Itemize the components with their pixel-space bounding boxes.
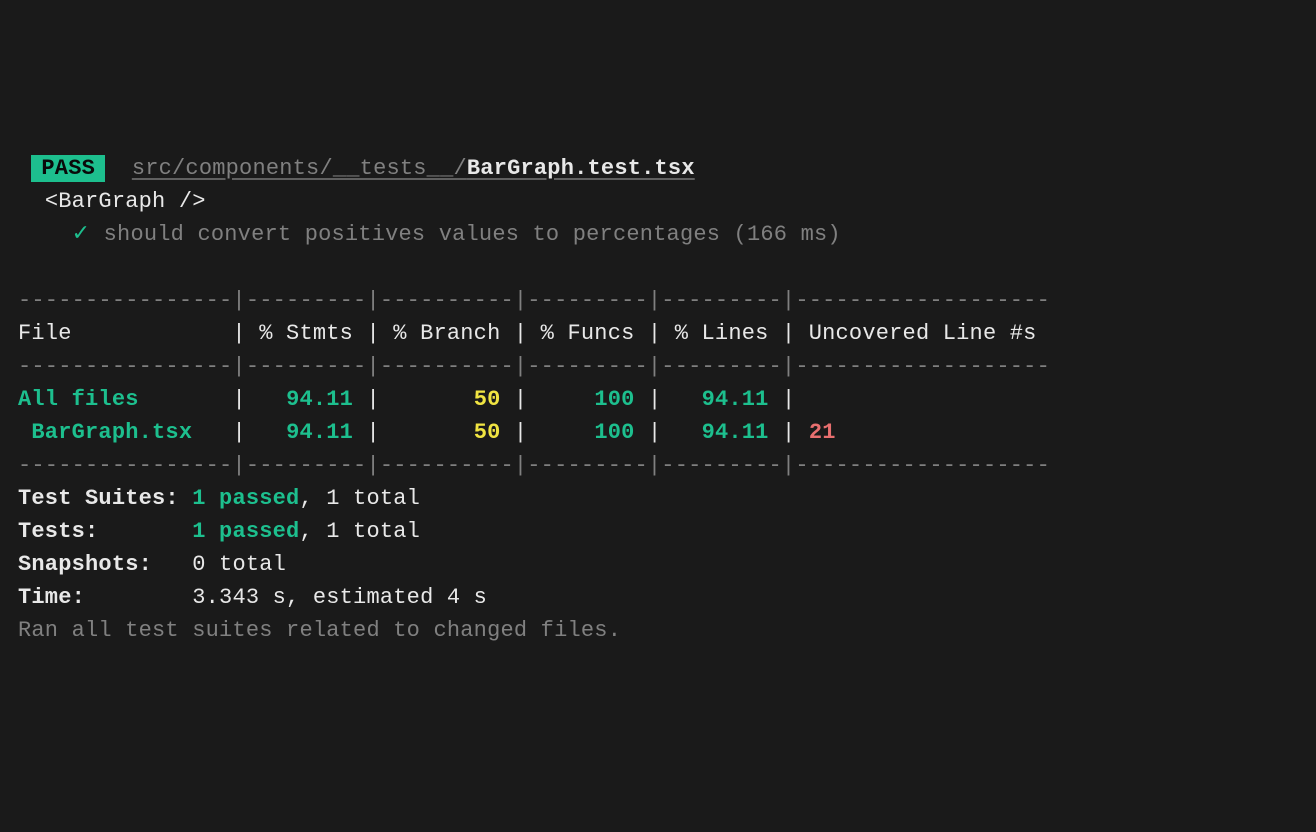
table-header: File | % Stmts | % Branch | % Funcs | % … [18, 321, 1050, 346]
file-label: BarGraph.tsx [18, 420, 219, 445]
summary-suites-label: Test Suites: [18, 486, 192, 511]
funcs-value: 100 [594, 387, 634, 412]
pass-badge: PASS [31, 155, 105, 182]
branch-value: 50 [474, 387, 501, 412]
summary-footer: Ran all test suites related to changed f… [18, 618, 621, 643]
table-rule: ----------------|---------|----------|--… [18, 288, 1050, 313]
test-case: should convert positives values to perce… [104, 222, 841, 247]
summary-time-value: 3.343 s, estimated 4 s [192, 585, 487, 610]
summary-snapshots-label: Snapshots: [18, 552, 192, 577]
lines-value: 94.11 [702, 387, 769, 412]
table-rule: ----------------|---------|----------|--… [18, 354, 1050, 379]
stmts-value: 94.11 [286, 387, 353, 412]
summary-snapshots-total: 0 total [192, 552, 286, 577]
table-row: All files | 94.11 | 50 | 100 | 94.11 | [18, 387, 1050, 412]
summary-tests-label: Tests: [18, 519, 192, 544]
summary-suites-passed: 1 passed [192, 486, 299, 511]
stmts-value: 94.11 [286, 420, 353, 445]
lines-value: 94.11 [702, 420, 769, 445]
table-row: BarGraph.tsx | 94.11 | 50 | 100 | 94.11 … [18, 420, 1050, 445]
uncovered-value: 21 [809, 420, 836, 445]
uncovered-value [809, 387, 1050, 412]
describe-block: <BarGraph /> [45, 189, 206, 214]
funcs-value: 100 [594, 420, 634, 445]
check-icon: ✓ [72, 222, 91, 247]
summary-suites-total: , 1 total [299, 486, 420, 511]
summary-tests-total: , 1 total [299, 519, 420, 544]
summary-time-label: Time: [18, 585, 192, 610]
file-label: All files [18, 387, 219, 412]
branch-value: 50 [474, 420, 501, 445]
summary-tests-passed: 1 passed [192, 519, 299, 544]
test-file-path-file: BarGraph.test.tsx [467, 156, 695, 181]
test-file-path-dir: src/components/__tests__/ [132, 156, 467, 181]
jest-output: PASS src/components/__tests__/BarGraph.t… [18, 152, 1298, 647]
table-rule: ----------------|---------|----------|--… [18, 453, 1050, 478]
